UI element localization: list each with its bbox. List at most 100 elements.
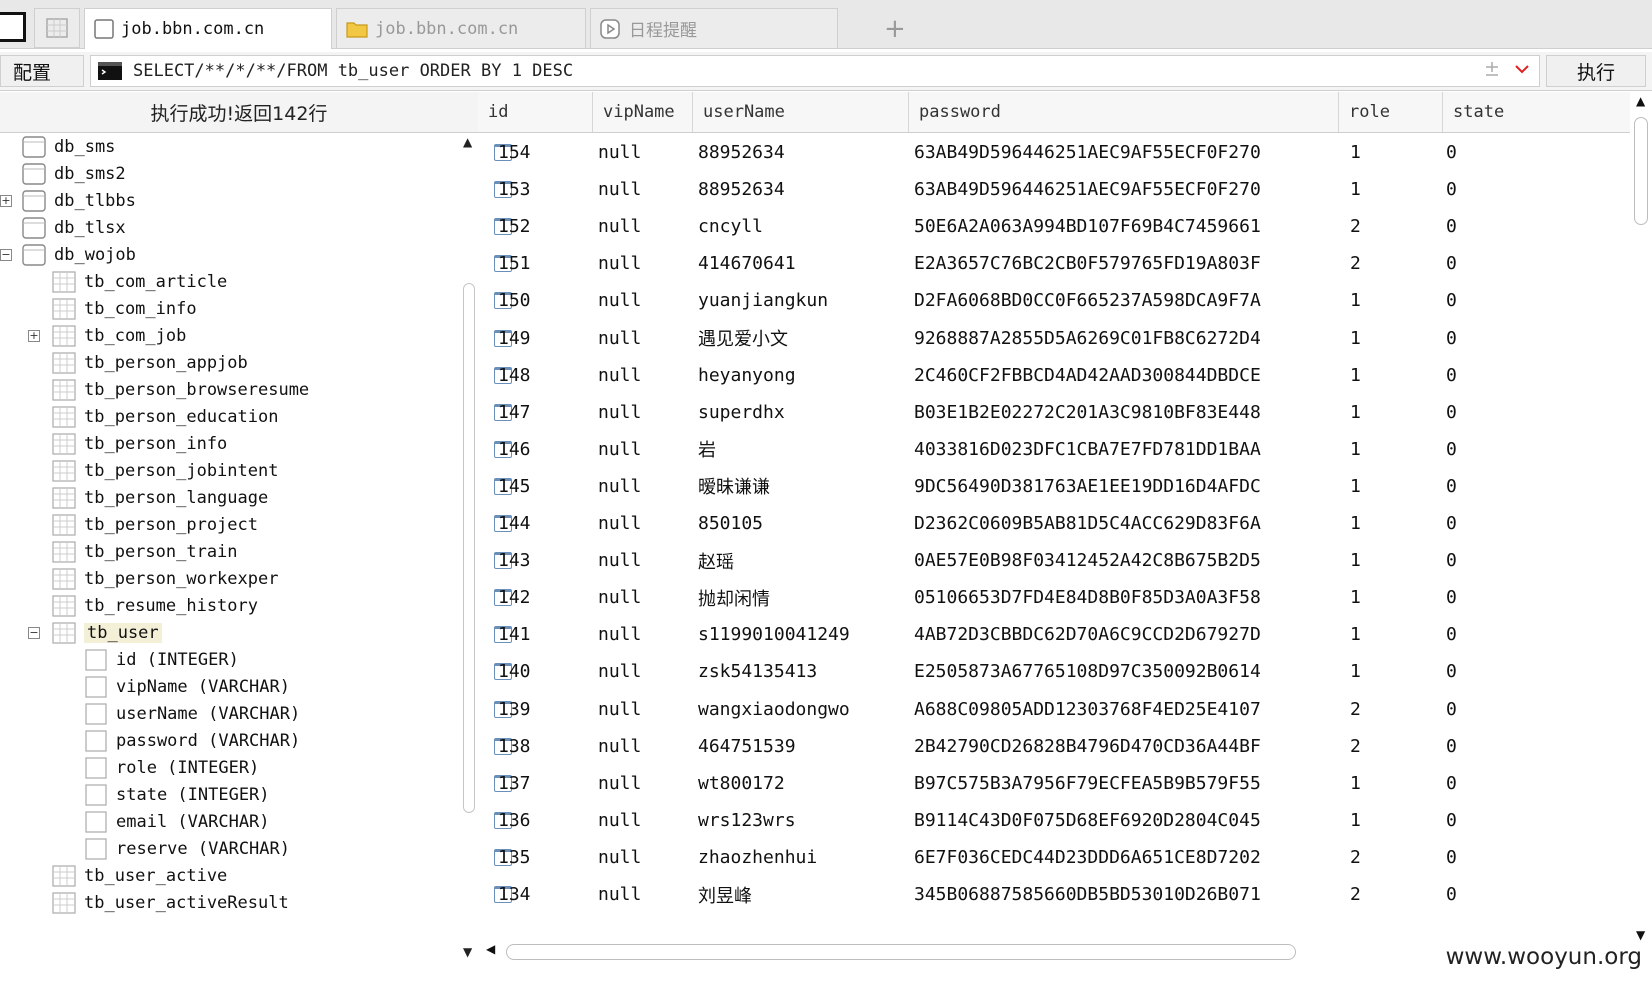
table-row[interactable]: 154 null 88952634 63AB49D596446251AEC9AF55E… [478, 133, 1630, 172]
scroll-down-icon[interactable]: ▼ [463, 945, 472, 959]
panel-toggle-button[interactable] [0, 12, 26, 42]
column-header-vipname[interactable]: vipName [592, 92, 692, 132]
tree-node[interactable]: tb_com_article [52, 268, 227, 296]
column-header-role[interactable]: role [1338, 92, 1442, 132]
tree-node[interactable]: reserve (VARCHAR) [84, 835, 290, 863]
tab-schedule[interactable]: 日程提醒 [590, 8, 838, 48]
chevron-down-icon[interactable] [1513, 60, 1531, 78]
table-row[interactable]: 137 null wt800172 B97C575B3A7956F79ECFEA5B9… [478, 764, 1630, 803]
table-row[interactable]: 139 null wangxiaodongwo A688C09805ADD123037… [478, 690, 1630, 729]
cell-state: 0 [1446, 846, 1457, 868]
tree-node[interactable]: email (VARCHAR) [84, 808, 270, 836]
tree-node[interactable]: tb_resume_history [52, 592, 258, 620]
table-row[interactable]: 146 null 岩 4033816D023DFC1CBA7E7FD781DD1BAA… [478, 430, 1630, 469]
table-row[interactable]: 150 null yuanjiangkun D2FA6068BD0CC0F665237… [478, 281, 1630, 320]
tree-node[interactable]: db_sms2 [22, 160, 126, 188]
table-row[interactable]: 138 null 464751539 2B42790CD26828B4796D470C… [478, 727, 1630, 766]
tree-scroll-thumb[interactable] [463, 283, 475, 813]
scroll-down-icon[interactable]: ▼ [1636, 928, 1645, 942]
cell-password: 0AE57E0B98F03412452A42C8B675B2D5 [914, 550, 1261, 572]
tree-node[interactable]: tb_person_browseresume [52, 376, 309, 404]
table-row[interactable]: 136 null wrs123wrs B9114C43D0F075D68EF6920D… [478, 801, 1630, 840]
table-row[interactable]: 149 null 遇见爱小文 9268887A2855D5A6269C01FB8C62… [478, 319, 1630, 358]
tree-node[interactable]: tb_person_appjob [52, 349, 248, 377]
tree-node[interactable]: state (INTEGER) [84, 781, 270, 809]
tree-node[interactable]: + tb_com_job [28, 322, 186, 350]
table-row[interactable]: 144 null 850105 D2362C0609B5AB81D5C4ACC629D… [478, 504, 1630, 543]
table-row[interactable]: 147 null superdhx B03E1B2E02272C201A3C9810B… [478, 393, 1630, 432]
tree-node[interactable]: tb_person_jobintent [52, 457, 278, 485]
table-row[interactable]: 141 null s1199010041249 4AB72D3CBBDC62D70A6… [478, 615, 1630, 654]
column-header-username[interactable]: userName [692, 92, 908, 132]
scroll-left-icon[interactable]: ◀ [486, 942, 495, 956]
tree-node[interactable]: tb_person_info [52, 430, 227, 458]
tree-node[interactable]: + db_tlbbs [0, 187, 136, 215]
expand-icon[interactable]: + [28, 330, 40, 342]
add-tab-button[interactable]: + [884, 14, 906, 44]
execute-button[interactable]: 执行 [1546, 55, 1646, 87]
column-icon [85, 838, 107, 860]
table-row[interactable]: 140 null zsk54135413 E2505873A67765108D97C3… [478, 652, 1630, 691]
cell-role: 2 [1350, 698, 1361, 720]
tree-node[interactable]: db_tlsx [22, 214, 126, 242]
tab-job-bbn-1[interactable]: job.bbn.com.cn [84, 8, 332, 49]
table-row[interactable]: 148 null heyanyong 2C460CF2FBBCD4AD42AAD300… [478, 356, 1630, 395]
tree-node[interactable]: tb_person_language [52, 484, 268, 512]
collapse-icon[interactable]: − [0, 249, 12, 261]
tab-bar: job.bbn.com.cn job.bbn.com.cn 日程提醒 + [0, 0, 1652, 49]
bottom-strip [0, 964, 1652, 988]
column-header-id[interactable]: id [478, 92, 598, 132]
cell-state: 0 [1446, 550, 1457, 572]
column-header-state[interactable]: state [1442, 92, 1630, 132]
tree-node[interactable]: tb_person_workexper [52, 565, 278, 593]
cell-username: 464751539 [698, 735, 796, 757]
table-row[interactable]: 134 null 刘昱峰 345B06887585660DB5BD53010D26B0… [478, 875, 1630, 914]
tab-job-bbn-2[interactable]: job.bbn.com.cn [336, 8, 586, 48]
tree-node[interactable]: − db_wojob [0, 241, 136, 269]
tree-node[interactable]: id (INTEGER) [84, 646, 239, 674]
cell-state: 0 [1446, 661, 1457, 683]
plus-minus-icon[interactable] [1483, 60, 1501, 78]
table-row[interactable]: 152 null cncyll 50E6A2A063A994BD107F69B4C74… [478, 207, 1630, 246]
tree-node[interactable]: password (VARCHAR) [84, 727, 300, 755]
table-icon [52, 406, 76, 428]
tree-node[interactable]: vipName (VARCHAR) [84, 673, 290, 701]
scroll-up-icon[interactable]: ▲ [463, 135, 472, 149]
tree-node[interactable]: role (INTEGER) [84, 754, 259, 782]
table-row[interactable]: 145 null 暧昧谦谦 9DC56490D381763AE1EE19DD16D4A… [478, 467, 1630, 506]
grid-scroll-thumb[interactable] [1634, 117, 1648, 225]
table-row[interactable]: 151 null 414670641 E2A3657C76BC2CB0F579765F… [478, 244, 1630, 283]
tree-node[interactable]: tb_person_education [52, 403, 278, 431]
column-header-password[interactable]: password [908, 92, 1338, 132]
config-button[interactable]: 配置 [0, 55, 84, 87]
cell-state: 0 [1446, 735, 1457, 757]
grid-vertical-scrollbar[interactable]: ▲ ▼ [1630, 92, 1652, 943]
tree-node[interactable]: − tb_user [28, 619, 162, 647]
grid-hscroll-thumb[interactable] [506, 944, 1296, 960]
cell-username: s1199010041249 [698, 624, 850, 646]
cell-state: 0 [1446, 513, 1457, 534]
tree-node-label: db_tlbbs [54, 191, 136, 211]
table-row[interactable]: 153 null 88952634 63AB49D596446251AEC9AF55E… [478, 170, 1630, 209]
sql-input[interactable] [131, 60, 1435, 82]
tree-node[interactable]: tb_user_active [52, 862, 227, 890]
table-row[interactable]: 142 null 抛却闲情 05106653D7FD4E84D8B0F85D3A0A3… [478, 578, 1630, 617]
expand-icon[interactable]: + [0, 195, 12, 207]
tree-node[interactable]: db_sms [22, 133, 115, 161]
tree-node[interactable]: tb_person_project [52, 511, 258, 539]
cell-vipname: null [598, 438, 642, 460]
tree-node[interactable]: tb_person_train [52, 538, 238, 566]
scroll-up-icon[interactable]: ▲ [1636, 94, 1645, 108]
cell-username: wrs123wrs [698, 809, 796, 831]
tree-node[interactable]: tb_user_activeResult [52, 889, 289, 917]
tree-node[interactable]: userName (VARCHAR) [84, 700, 300, 728]
tree-node[interactable]: tb_com_info [52, 295, 197, 323]
column-icon [85, 676, 107, 698]
grid-view-button[interactable] [34, 8, 80, 48]
tree-scrollbar[interactable]: ▲ ▼ [460, 133, 478, 963]
table-row[interactable]: 143 null 赵瑶 0AE57E0B98F03412452A42C8B675B2D… [478, 541, 1630, 580]
cell-password: 63AB49D596446251AEC9AF55ECF0F270 [914, 142, 1261, 163]
collapse-icon[interactable]: − [28, 627, 40, 639]
table-icon [52, 352, 76, 374]
table-row[interactable]: 135 null zhaozhenhui 6E7F036CEDC44D23DDD6A6… [478, 838, 1630, 877]
